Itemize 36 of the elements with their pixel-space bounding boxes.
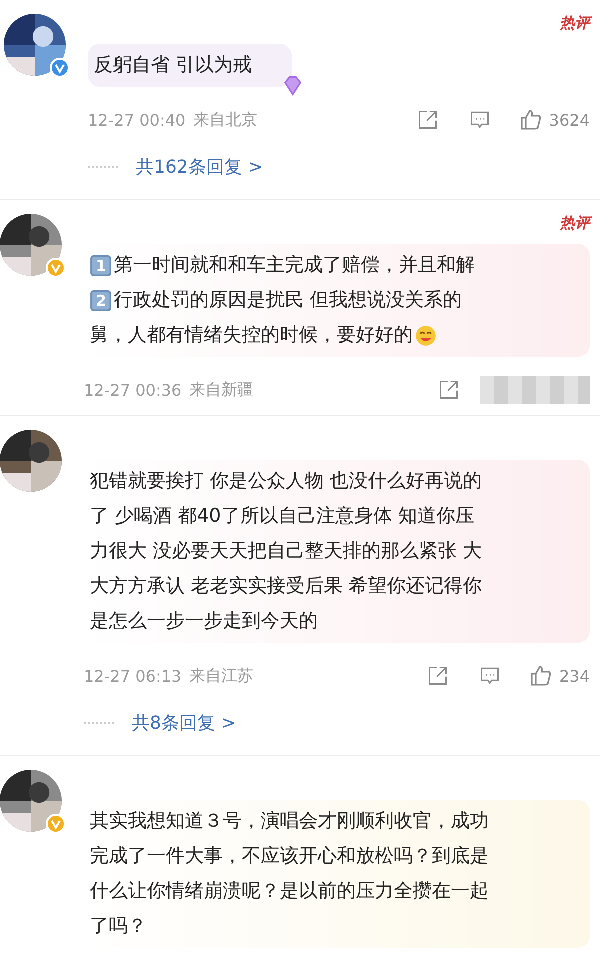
like-button[interactable]: 234 [529, 664, 590, 688]
comment-text: 犯错就要挨打 你是公众人物 也没什么好再说的 [90, 469, 482, 494]
hot-comment-label: 热评 [560, 214, 590, 233]
keycap-icon [90, 290, 112, 312]
comment-text: 力很大 没必要天天把自己整天排的那么紧张 大 [90, 539, 482, 564]
comment-icon[interactable] [479, 665, 502, 687]
comment-icon[interactable] [469, 109, 492, 131]
comment-time: 12-27 06:13 [84, 666, 182, 686]
comment-location: 来自江苏 [190, 666, 254, 686]
comment-text: 行政处罚的原因是扰民 但我想说没关系的 [114, 288, 462, 313]
comment-text: 是怎么一步一步走到今天的 [90, 609, 318, 634]
comment-time: 12-27 00:40 [88, 110, 186, 130]
share-icon[interactable] [427, 665, 450, 687]
replies-link[interactable]: 共8条回复 > [132, 711, 236, 735]
comment-text: 第一时间就和和车主完成了赔偿，并且和解 [114, 253, 475, 278]
share-icon[interactable] [417, 109, 440, 131]
comment-text: 了吗？ [90, 914, 147, 939]
comment-text: 大方方承认 老老实实接受后果 希望你还记得你 [90, 574, 482, 599]
comment-text: 什么让你情绪崩溃呢？是以前的压力全攒在一起 [90, 879, 489, 904]
replies-link[interactable]: 共162条回复 > [136, 155, 264, 179]
comment-time: 12-27 00:36 [84, 380, 182, 400]
share-icon[interactable] [438, 379, 460, 401]
like-button[interactable]: 3624 [519, 108, 590, 132]
comment-text: 其实我想知道３号，演唱会才刚顺利收官，成功 [90, 809, 489, 834]
comment-location: 来自新疆 [190, 380, 254, 400]
comment-text: 舅，人都有情绪失控的时候，要好好的 [90, 323, 413, 348]
comment-text: 完成了一件大事，不应该开心和放松吗？到底是 [90, 844, 489, 869]
thumbs-up-icon [519, 108, 544, 132]
comment-text: 反躬自省 引以为戒 [94, 53, 252, 78]
keycap-icon [90, 254, 112, 276]
comment-location: 来自北京 [194, 110, 258, 130]
comment-text: 了 少喝酒 都40了所以自己注意身体 知道你压 [90, 504, 474, 529]
thumbs-up-icon [529, 664, 554, 688]
keycap-number: 1 [96, 256, 106, 276]
keycap-number: 2 [96, 290, 106, 312]
hot-comment-label: 热评 [560, 14, 590, 33]
